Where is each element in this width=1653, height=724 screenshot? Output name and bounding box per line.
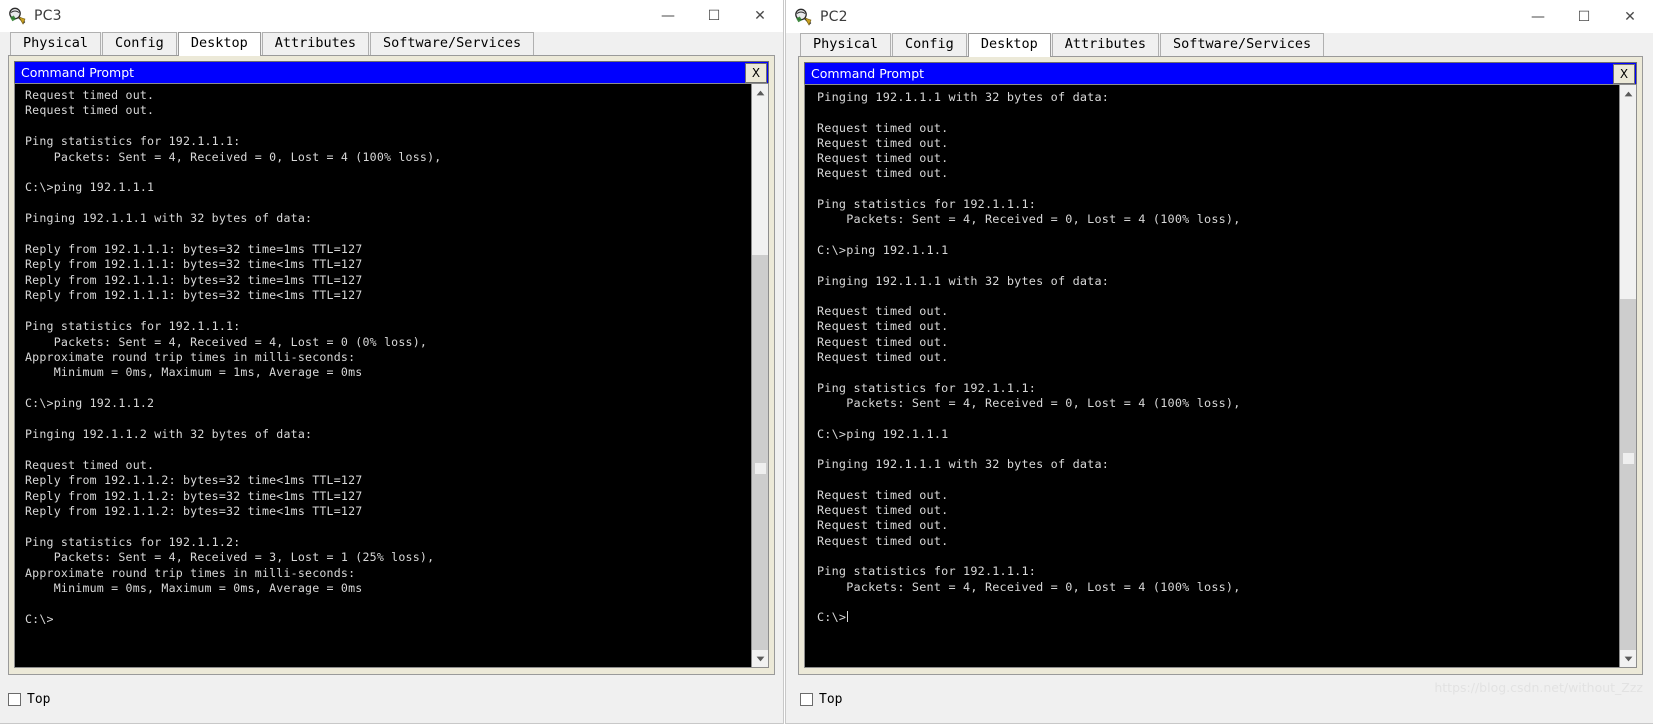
window-pc2[interactable]: PC2 — ☐ ✕ Physical Config Desktop Attrib… <box>785 0 1653 724</box>
close-button-pc2[interactable]: ✕ <box>1607 0 1653 33</box>
tab-desktop-pc2[interactable]: Desktop <box>967 33 1051 57</box>
panel-bottom-gap-pc3 <box>9 668 774 674</box>
terminal-output-pc3[interactable]: Request timed out. Request timed out. Pi… <box>15 84 751 667</box>
minimize-button-pc3[interactable]: — <box>645 0 691 32</box>
panel-bottom-gap-pc2 <box>799 668 1642 674</box>
scrollbar-thumb-pc3[interactable] <box>752 254 768 650</box>
desktop-panel-pc3: Command Prompt X Request timed out. Requ… <box>8 55 775 675</box>
packet-tracer-pc-icon <box>9 7 27 25</box>
footer-pc2: Top https://blog.csdn.net/without_Zzz <box>786 675 1653 723</box>
tab-attributes-pc2[interactable]: Attributes <box>1051 33 1159 56</box>
scrollbar-position-mark-pc3 <box>755 463 766 475</box>
tabstrip-pc3: Physical Config Desktop Attributes Softw… <box>0 32 783 56</box>
tab-desktop-pc3[interactable]: Desktop <box>177 32 261 56</box>
tab-attributes-pc3[interactable]: Attributes <box>261 32 369 55</box>
tab-config-pc2[interactable]: Config <box>892 33 967 56</box>
scrollbar-track-pc3[interactable] <box>752 101 768 650</box>
command-prompt-window-pc3: Command Prompt X Request timed out. Requ… <box>14 61 769 668</box>
command-prompt-title-pc3: Command Prompt <box>21 65 135 80</box>
terminal-scrollbar-pc3[interactable] <box>751 84 768 667</box>
scroll-up-arrow-icon-pc2[interactable] <box>1620 85 1636 102</box>
watermark-text: https://blog.csdn.net/without_Zzz <box>1434 680 1643 695</box>
maximize-button-pc3[interactable]: ☐ <box>691 0 737 32</box>
terminal-row-pc2: Pinging 192.1.1.1 with 32 bytes of data:… <box>804 84 1637 668</box>
minimize-button-pc2[interactable]: — <box>1515 0 1561 33</box>
scroll-up-arrow-icon-pc3[interactable] <box>752 84 768 101</box>
desktop-background: PC3 — ☐ ✕ Physical Config Desktop Attrib… <box>0 0 1653 724</box>
window-title-pc2: PC2 <box>820 8 848 25</box>
terminal-text-pc2: Pinging 192.1.1.1 with 32 bytes of data:… <box>817 90 1241 625</box>
tab-software-services-pc2[interactable]: Software/Services <box>1160 33 1325 56</box>
scrollbar-track-pc2[interactable] <box>1620 102 1636 650</box>
scroll-down-arrow-icon-pc2[interactable] <box>1620 650 1636 667</box>
window-controls-pc2: — ☐ ✕ <box>1515 0 1653 33</box>
terminal-row-pc3: Request timed out. Request timed out. Pi… <box>14 83 769 668</box>
window-controls-pc3: — ☐ ✕ <box>645 0 783 32</box>
top-checkbox-label-pc2: Top <box>819 691 843 707</box>
command-prompt-titlebar-pc3[interactable]: Command Prompt X <box>14 61 769 83</box>
window-title-pc3: PC3 <box>34 8 62 24</box>
desktop-panel-pc2: Command Prompt X Pinging 192.1.1.1 with … <box>798 56 1643 675</box>
top-checkbox-pc2[interactable] <box>800 692 813 706</box>
footer-pc3: Top <box>0 675 783 723</box>
terminal-output-pc2[interactable]: Pinging 192.1.1.1 with 32 bytes of data:… <box>805 85 1619 667</box>
packet-tracer-pc-icon <box>795 8 813 26</box>
tabstrip-pc2: Physical Config Desktop Attributes Softw… <box>786 33 1653 57</box>
tab-config-pc3[interactable]: Config <box>102 32 177 55</box>
window-pc3[interactable]: PC3 — ☐ ✕ Physical Config Desktop Attrib… <box>0 0 784 724</box>
top-checkbox-label-pc3: Top <box>27 691 51 707</box>
tab-physical-pc2[interactable]: Physical <box>800 33 892 56</box>
titlebar-pc3[interactable]: PC3 — ☐ ✕ <box>0 0 783 32</box>
scrollbar-thumb-pc2[interactable] <box>1620 299 1636 650</box>
top-checkbox-pc3[interactable] <box>8 692 21 706</box>
command-prompt-title-pc2: Command Prompt <box>811 66 925 81</box>
command-prompt-close-button-pc2[interactable]: X <box>1613 63 1635 84</box>
close-button-pc3[interactable]: ✕ <box>737 0 783 32</box>
command-prompt-titlebar-pc2[interactable]: Command Prompt X <box>804 62 1637 84</box>
titlebar-pc2[interactable]: PC2 — ☐ ✕ <box>786 0 1653 33</box>
tab-physical-pc3[interactable]: Physical <box>10 32 102 55</box>
command-prompt-close-button-pc3[interactable]: X <box>745 62 767 83</box>
scroll-down-arrow-icon-pc3[interactable] <box>752 650 768 667</box>
terminal-scrollbar-pc2[interactable] <box>1619 85 1636 667</box>
terminal-cursor-pc2 <box>847 611 849 623</box>
tab-software-services-pc3[interactable]: Software/Services <box>370 32 535 55</box>
command-prompt-window-pc2: Command Prompt X Pinging 192.1.1.1 with … <box>804 62 1637 668</box>
maximize-button-pc2[interactable]: ☐ <box>1561 0 1607 33</box>
scrollbar-position-mark-pc2 <box>1623 452 1634 464</box>
